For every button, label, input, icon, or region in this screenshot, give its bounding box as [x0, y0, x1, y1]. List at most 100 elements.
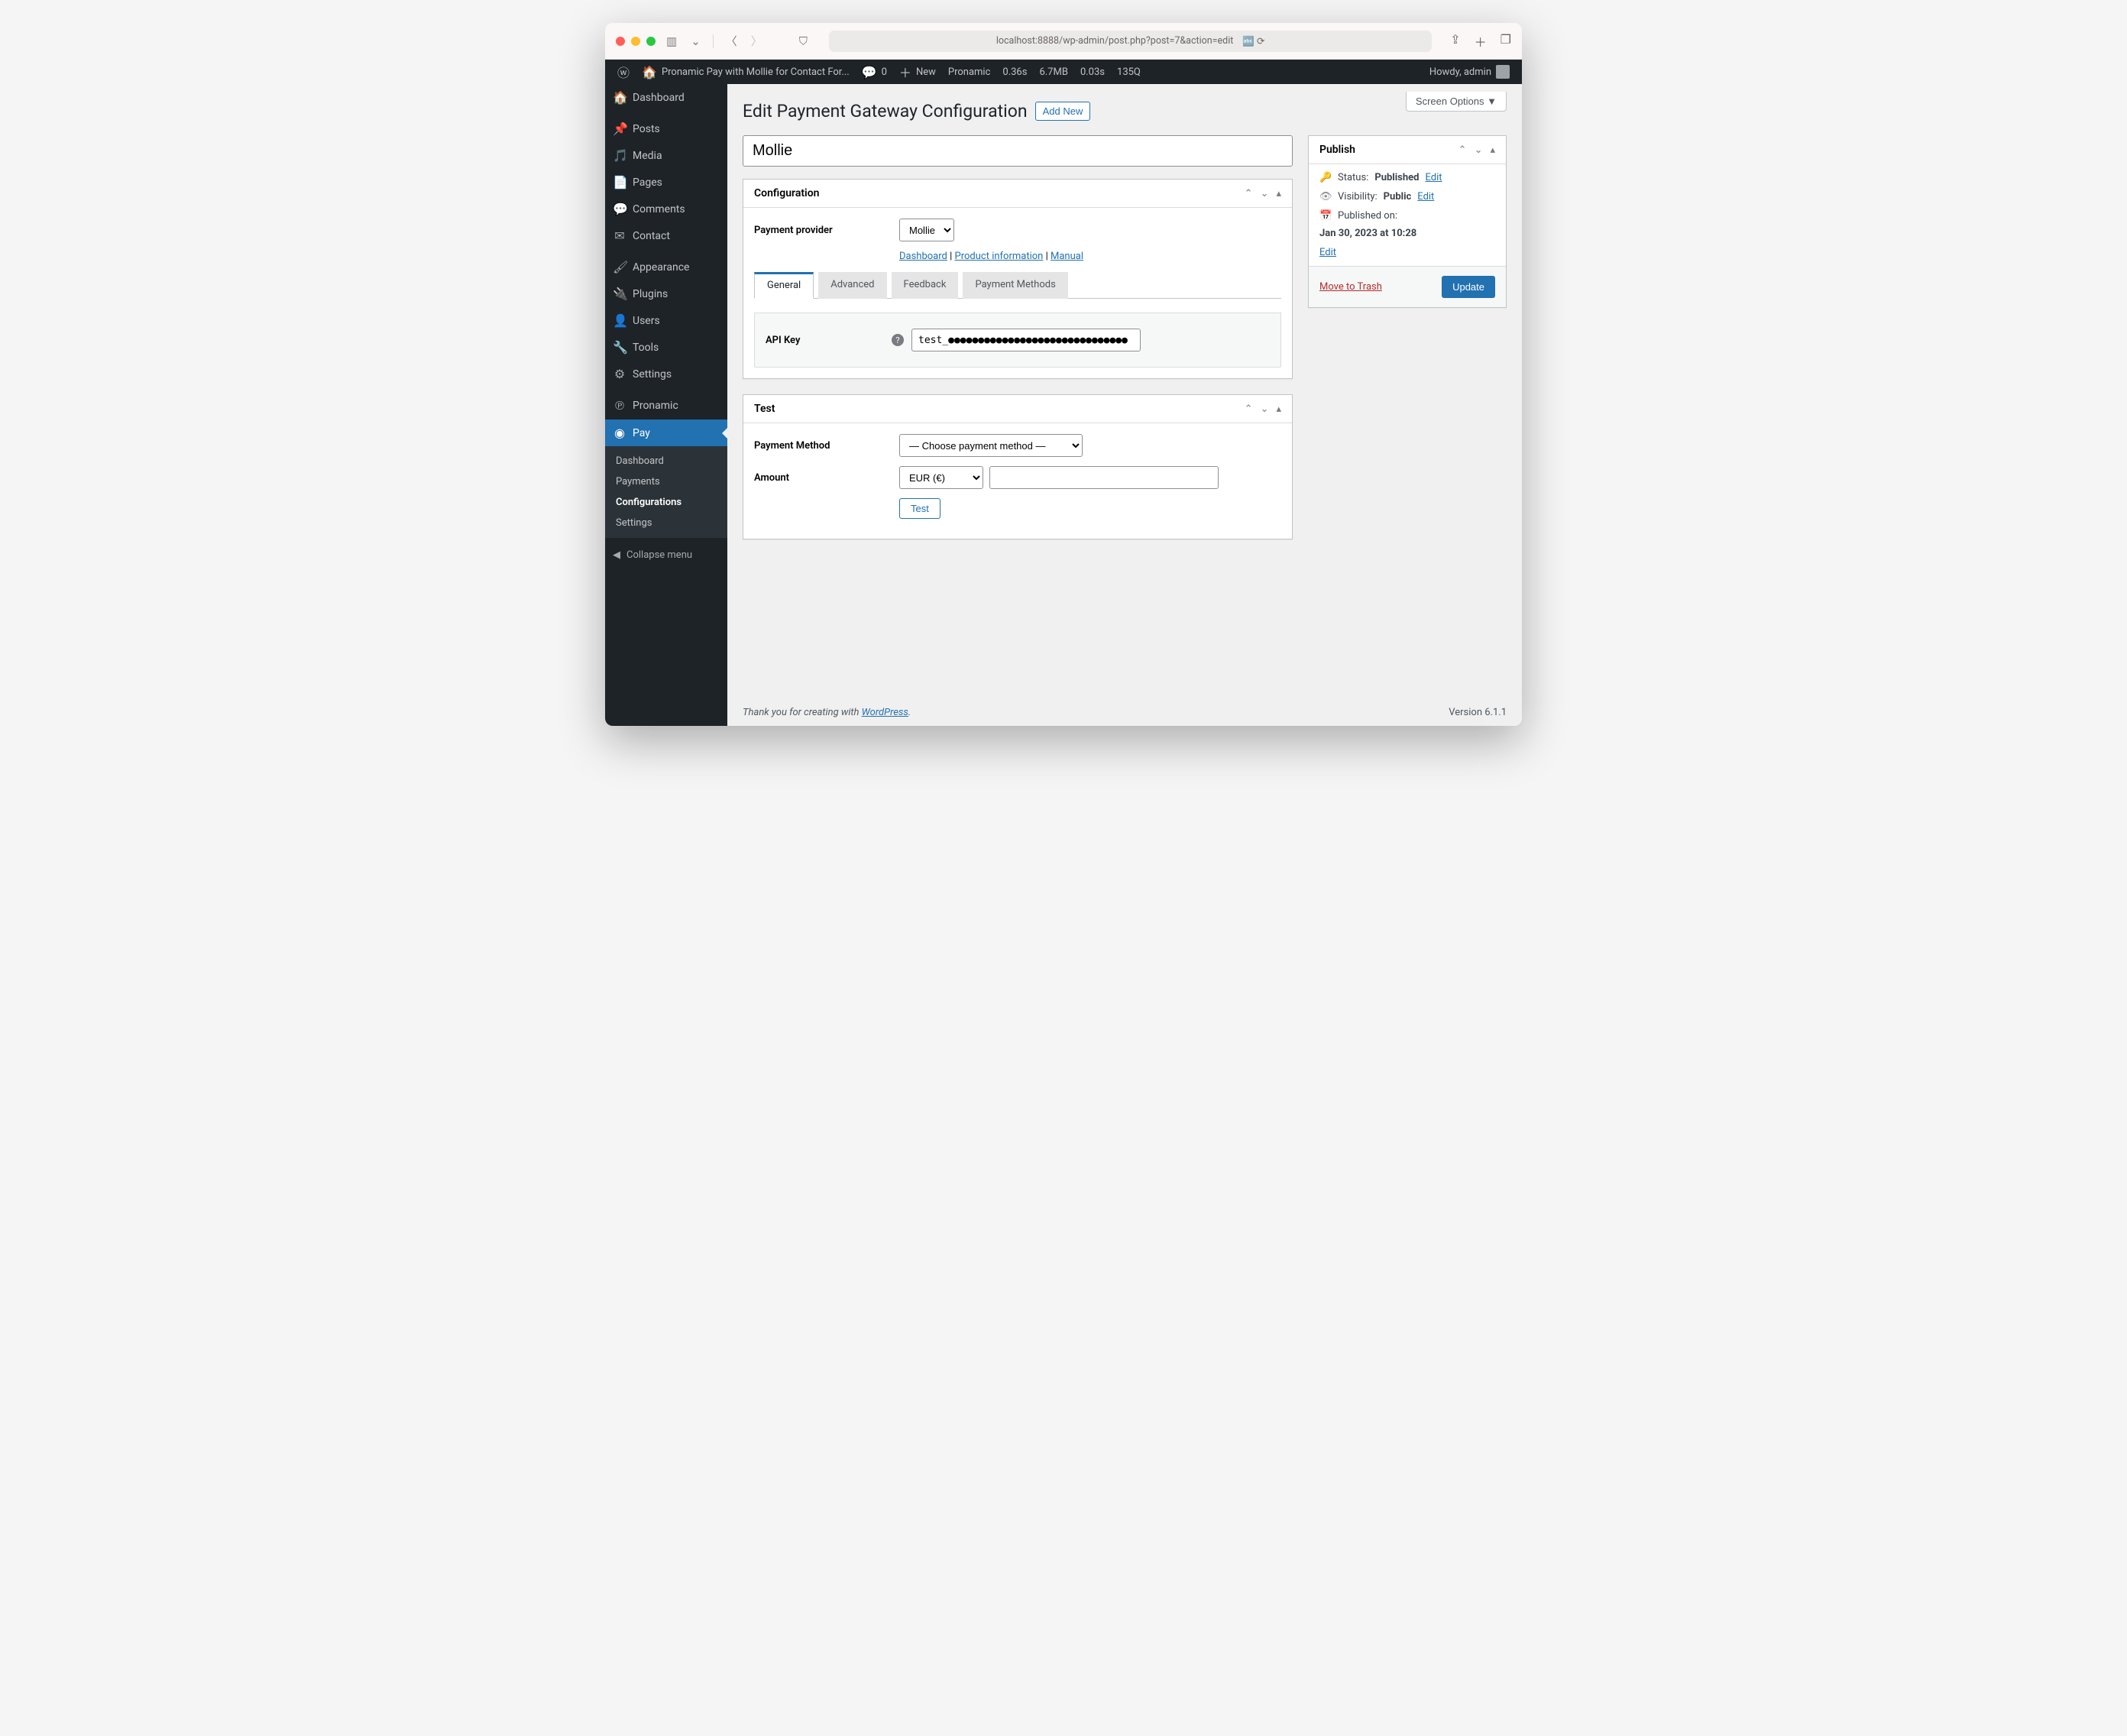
- tab-feedback[interactable]: Feedback: [892, 272, 959, 299]
- configuration-panel-title: Configuration: [754, 187, 819, 199]
- avatar: [1496, 65, 1510, 79]
- debug-time: 0.36s: [996, 60, 1033, 84]
- menu-comments[interactable]: 💬Comments: [605, 196, 727, 222]
- post-title-input[interactable]: [743, 135, 1293, 167]
- publish-panel-title: Publish: [1319, 144, 1355, 156]
- window-close-button[interactable]: [616, 37, 625, 46]
- visibility-value: Public: [1384, 191, 1412, 202]
- edit-date-link[interactable]: Edit: [1319, 247, 1336, 258]
- tab-dropdown-icon[interactable]: ⌄: [688, 34, 704, 48]
- panel-down-icon[interactable]: ⌄: [1475, 144, 1483, 156]
- menu-media[interactable]: 🎵Media: [605, 142, 727, 169]
- panel-up-icon[interactable]: ⌃: [1245, 403, 1253, 415]
- move-to-trash-link[interactable]: Move to Trash: [1319, 281, 1382, 293]
- add-new-button[interactable]: Add New: [1035, 102, 1091, 121]
- amount-label: Amount: [754, 472, 899, 484]
- currency-select[interactable]: EUR (€): [899, 466, 983, 489]
- show-tabs-icon[interactable]: ❐: [1501, 32, 1511, 50]
- sidebar-toggle-icon[interactable]: ▥: [663, 34, 680, 48]
- tab-advanced[interactable]: Advanced: [818, 272, 886, 299]
- shield-privacy-icon[interactable]: ⛉: [796, 34, 811, 48]
- submenu-configurations[interactable]: Configurations: [605, 492, 727, 513]
- panel-up-icon[interactable]: ⌃: [1458, 144, 1467, 156]
- publish-panel: Publish ⌃ ⌄ ▴ 🔑 Status: Publishe: [1308, 135, 1507, 308]
- published-on-label: Published on:: [1338, 210, 1397, 222]
- menu-contact[interactable]: ✉Contact: [605, 222, 727, 249]
- panel-toggle-icon[interactable]: ▴: [1490, 144, 1495, 156]
- url-bar[interactable]: localhost:8888/wp-admin/post.php?post=7&…: [829, 31, 1432, 52]
- provider-dashboard-link[interactable]: Dashboard: [899, 251, 947, 262]
- panel-down-icon[interactable]: ⌄: [1261, 403, 1269, 415]
- edit-visibility-link[interactable]: Edit: [1417, 191, 1434, 202]
- status-label: Status:: [1338, 172, 1368, 183]
- help-icon[interactable]: ?: [892, 334, 904, 346]
- calendar-icon: 📅: [1319, 210, 1332, 222]
- menu-appearance[interactable]: 🖌Appearance: [605, 254, 727, 280]
- published-on-value: Jan 30, 2023 at 10:28: [1319, 228, 1416, 239]
- test-button[interactable]: Test: [899, 498, 940, 519]
- share-icon[interactable]: ⇪: [1450, 32, 1460, 50]
- tab-general[interactable]: General: [754, 272, 814, 299]
- content-area: Screen Options ▼ Edit Payment Gateway Co…: [727, 84, 1522, 726]
- site-name-menu[interactable]: 🏠Pronamic Pay with Mollie for Contact Fo…: [636, 60, 856, 84]
- provider-product-link[interactable]: Product information: [955, 251, 1044, 262]
- submenu-dashboard[interactable]: Dashboard: [605, 451, 727, 471]
- pronamic-menu[interactable]: Pronamic: [942, 60, 997, 84]
- menu-plugins[interactable]: 🔌Plugins: [605, 280, 727, 307]
- api-key-label: API Key: [766, 335, 892, 346]
- wp-admin-bar: ⓦ 🏠Pronamic Pay with Mollie for Contact …: [605, 60, 1522, 84]
- test-panel-title: Test: [754, 403, 775, 415]
- screen-options-button[interactable]: Screen Options ▼: [1406, 92, 1507, 112]
- submenu-payments[interactable]: Payments: [605, 471, 727, 492]
- payment-provider-label: Payment provider: [754, 225, 899, 236]
- window-minimize-button[interactable]: [631, 37, 640, 46]
- footer-thanks: Thank you for creating with WordPress.: [743, 707, 911, 718]
- panel-toggle-icon[interactable]: ▴: [1276, 403, 1281, 415]
- window-zoom-button[interactable]: [646, 37, 656, 46]
- provider-manual-link[interactable]: Manual: [1051, 251, 1083, 262]
- debug-queries: 135Q: [1111, 60, 1147, 84]
- panel-toggle-icon[interactable]: ▴: [1276, 188, 1281, 199]
- new-content-menu[interactable]: ＋New: [893, 60, 942, 84]
- menu-posts[interactable]: 📌Posts: [605, 115, 727, 142]
- menu-settings[interactable]: ⚙Settings: [605, 361, 727, 387]
- menu-dashboard[interactable]: 🏠Dashboard: [605, 84, 727, 111]
- url-text: localhost:8888/wp-admin/post.php?post=7&…: [996, 35, 1234, 47]
- payment-provider-select[interactable]: Mollie: [899, 219, 954, 241]
- update-button[interactable]: Update: [1442, 276, 1495, 298]
- nav-forward-button[interactable]: 〉: [748, 33, 766, 49]
- key-icon: 🔑: [1319, 172, 1332, 183]
- menu-pages[interactable]: 📄Pages: [605, 169, 727, 196]
- menu-pronamic[interactable]: ℗Pronamic: [605, 392, 727, 419]
- panel-down-icon[interactable]: ⌄: [1261, 188, 1269, 199]
- visibility-label: Visibility:: [1338, 191, 1378, 202]
- submenu-settings[interactable]: Settings: [605, 513, 727, 533]
- wordpress-link[interactable]: WordPress: [862, 707, 908, 718]
- menu-pay[interactable]: ◉Pay: [605, 419, 727, 446]
- comments-menu[interactable]: 💬0: [856, 60, 893, 84]
- new-tab-icon[interactable]: ＋: [1475, 32, 1487, 50]
- panel-up-icon[interactable]: ⌃: [1245, 188, 1253, 199]
- admin-menu: 🏠Dashboard 📌Posts 🎵Media 📄Pages 💬Comment…: [605, 84, 727, 726]
- payment-method-select[interactable]: — Choose payment method —: [899, 434, 1083, 457]
- tab-payment-methods[interactable]: Payment Methods: [963, 272, 1067, 299]
- footer-version: Version 6.1.1: [1449, 707, 1507, 718]
- edit-status-link[interactable]: Edit: [1425, 172, 1442, 183]
- nav-back-button[interactable]: 〈: [723, 33, 740, 49]
- page-title: Edit Payment Gateway Configuration: [743, 101, 1028, 121]
- api-key-input[interactable]: [911, 329, 1141, 351]
- collapse-menu-button[interactable]: ◀Collapse menu: [605, 542, 727, 568]
- wp-logo-menu[interactable]: ⓦ: [611, 60, 636, 84]
- payment-method-label: Payment Method: [754, 440, 899, 452]
- amount-input[interactable]: [989, 466, 1219, 489]
- site-title-text: Pronamic Pay with Mollie for Contact For…: [662, 66, 850, 78]
- browser-titlebar: ▥ ⌄ 〈 〉 ⛉ localhost:8888/wp-admin/post.p…: [605, 23, 1522, 60]
- menu-users[interactable]: 👤Users: [605, 307, 727, 334]
- config-tabs: General Advanced Feedback Payment Method…: [754, 271, 1281, 299]
- test-panel: Test ⌃ ⌄ ▴ Payment Method — Ch: [743, 394, 1293, 539]
- debug-querytime: 0.03s: [1074, 60, 1111, 84]
- my-account-menu[interactable]: Howdy, admin: [1423, 60, 1516, 84]
- menu-tools[interactable]: 🔧Tools: [605, 334, 727, 361]
- status-value: Published: [1374, 172, 1419, 183]
- submenu-pay: Dashboard Payments Configurations Settin…: [605, 446, 727, 538]
